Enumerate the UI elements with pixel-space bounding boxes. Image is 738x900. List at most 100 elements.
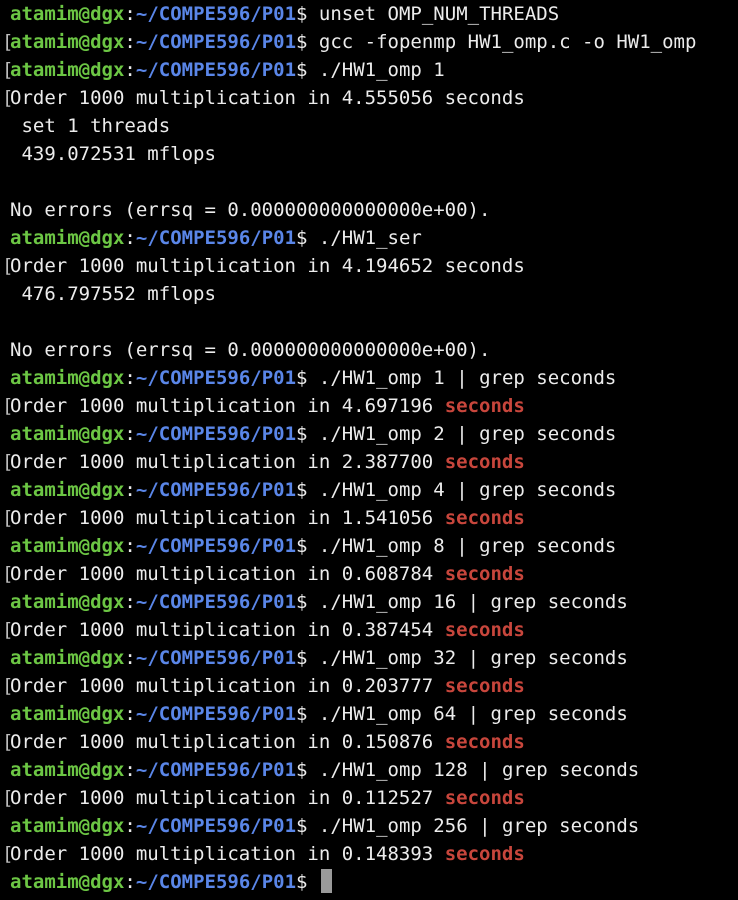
prompt-user: atamim <box>10 423 79 445</box>
prompt-dollar: $ <box>296 3 319 25</box>
prompt-line: atamim@dgx:~/COMPE596/P01$ ./HW1_omp 1 |… <box>10 364 738 392</box>
prompt-colon: : <box>124 3 136 25</box>
line-marker: [ <box>2 787 14 809</box>
prompt-user: atamim <box>10 703 79 725</box>
prompt-host: dgx <box>90 59 125 81</box>
prompt-dollar: $ <box>296 479 319 501</box>
prompt-path: ~/COMPE596/P01 <box>135 703 297 725</box>
command-text: ./HW1_omp 1 <box>318 59 445 81</box>
prompt-line: [atamim@dgx:~/COMPE596/P01$ gcc -fopenmp… <box>2 28 738 56</box>
prompt-line: atamim@dgx:~/COMPE596/P01$ ./HW1_omp 4 |… <box>10 476 738 504</box>
line-marker: [ <box>2 619 14 641</box>
prompt-host: dgx <box>90 227 125 249</box>
prompt-dollar: $ <box>296 423 319 445</box>
output-line: set 1 threads <box>10 112 738 140</box>
prompt-dollar: $ <box>296 759 319 781</box>
output-line: [Order 1000 multiplication in 0.608784 s… <box>2 560 738 588</box>
prompt-path: ~/COMPE596/P01 <box>135 647 297 669</box>
output-text: Order 1000 multiplication in 0.387454 <box>10 619 445 641</box>
prompt-path: ~/COMPE596/P01 <box>135 479 297 501</box>
prompt-colon: : <box>124 871 136 893</box>
prompt-host: dgx <box>90 591 125 613</box>
prompt-dollar: $ <box>296 591 319 613</box>
line-marker: [ <box>2 675 14 697</box>
grep-match: seconds <box>444 563 525 585</box>
line-marker: [ <box>2 59 14 81</box>
output-line: 476.797552 mflops <box>10 280 738 308</box>
grep-match: seconds <box>444 675 525 697</box>
prompt-dollar: $ <box>296 871 319 893</box>
prompt-line: atamim@dgx:~/COMPE596/P01$ ./HW1_omp 256… <box>10 812 738 840</box>
prompt-path: ~/COMPE596/P01 <box>135 3 297 25</box>
prompt-host: dgx <box>90 367 125 389</box>
command-text: ./HW1_omp 2 | grep seconds <box>318 423 617 445</box>
output-line: No errors (errsq = 0.000000000000000e+00… <box>10 196 738 224</box>
output-line: [Order 1000 multiplication in 0.150876 s… <box>2 728 738 756</box>
grep-match: seconds <box>444 843 525 865</box>
prompt-colon: : <box>124 815 136 837</box>
prompt-path: ~/COMPE596/P01 <box>135 759 297 781</box>
prompt-colon: : <box>124 367 136 389</box>
prompt-colon: : <box>124 703 136 725</box>
output-text: Order 1000 multiplication in 4.697196 <box>10 395 445 417</box>
prompt-path: ~/COMPE596/P01 <box>135 227 297 249</box>
output-text: Order 1000 multiplication in 0.608784 <box>10 563 445 585</box>
command-text: ./HW1_omp 16 | grep seconds <box>318 591 628 613</box>
text-cursor <box>320 869 332 893</box>
line-marker: [ <box>2 507 14 529</box>
prompt-dollar: $ <box>296 647 319 669</box>
prompt-colon: : <box>124 423 136 445</box>
line-marker: [ <box>2 731 14 753</box>
output-line: [Order 1000 multiplication in 0.387454 s… <box>2 616 738 644</box>
command-text: ./HW1_omp 4 | grep seconds <box>318 479 617 501</box>
output-line: [Order 1000 multiplication in 4.555056 s… <box>2 84 738 112</box>
prompt-user: atamim <box>10 591 79 613</box>
prompt-at: @ <box>78 591 91 613</box>
prompt-at: @ <box>78 535 91 557</box>
prompt-dollar: $ <box>296 59 319 81</box>
output-line: [Order 1000 multiplication in 1.541056 s… <box>2 504 738 532</box>
line-marker: [ <box>2 843 14 865</box>
active-prompt-line[interactable]: atamim@dgx:~/COMPE596/P01$ <box>10 868 738 896</box>
prompt-at: @ <box>78 423 91 445</box>
output-text: Order 1000 multiplication in 1.541056 <box>10 507 445 529</box>
prompt-line: atamim@dgx:~/COMPE596/P01$ ./HW1_omp 32 … <box>10 644 738 672</box>
line-marker: [ <box>2 451 14 473</box>
output-line: [Order 1000 multiplication in 0.203777 s… <box>2 672 738 700</box>
grep-match: seconds <box>444 395 525 417</box>
prompt-dollar: $ <box>296 703 319 725</box>
prompt-at: @ <box>78 647 91 669</box>
output-text: Order 1000 multiplication in 4.555056 se… <box>10 87 525 109</box>
output-text: 476.797552 mflops <box>10 283 216 305</box>
prompt-path: ~/COMPE596/P01 <box>135 871 297 893</box>
prompt-host: dgx <box>90 31 125 53</box>
output-line: 439.072531 mflops <box>10 140 738 168</box>
prompt-at: @ <box>78 703 91 725</box>
prompt-host: dgx <box>90 479 125 501</box>
output-text: No errors (errsq = 0.000000000000000e+00… <box>10 199 491 221</box>
prompt-user: atamim <box>10 479 79 501</box>
prompt-colon: : <box>124 479 136 501</box>
prompt-line: atamim@dgx:~/COMPE596/P01$ ./HW1_omp 64 … <box>10 700 738 728</box>
prompt-line: [atamim@dgx:~/COMPE596/P01$ ./HW1_omp 1 <box>2 56 738 84</box>
prompt-colon: : <box>124 759 136 781</box>
output-line: [Order 1000 multiplication in 0.148393 s… <box>2 840 738 868</box>
output-text: Order 1000 multiplication in 0.150876 <box>10 731 445 753</box>
output-line: [Order 1000 multiplication in 4.697196 s… <box>2 392 738 420</box>
prompt-path: ~/COMPE596/P01 <box>135 535 297 557</box>
prompt-user: atamim <box>10 647 79 669</box>
prompt-user: atamim <box>10 815 79 837</box>
output-text: Order 1000 multiplication in 4.194652 se… <box>10 255 525 277</box>
prompt-host: dgx <box>90 647 125 669</box>
prompt-path: ~/COMPE596/P01 <box>135 591 297 613</box>
prompt-colon: : <box>124 31 136 53</box>
prompt-host: dgx <box>90 815 125 837</box>
output-line: [Order 1000 multiplication in 4.194652 s… <box>2 252 738 280</box>
prompt-line: atamim@dgx:~/COMPE596/P01$ ./HW1_omp 2 |… <box>10 420 738 448</box>
output-text: 439.072531 mflops <box>10 143 216 165</box>
prompt-host: dgx <box>90 423 125 445</box>
prompt-at: @ <box>78 871 91 893</box>
command-text: ./HW1_omp 128 | grep seconds <box>318 759 640 781</box>
terminal-window[interactable]: atamim@dgx:~/COMPE596/P01$ unset OMP_NUM… <box>0 0 738 900</box>
prompt-path: ~/COMPE596/P01 <box>135 423 297 445</box>
